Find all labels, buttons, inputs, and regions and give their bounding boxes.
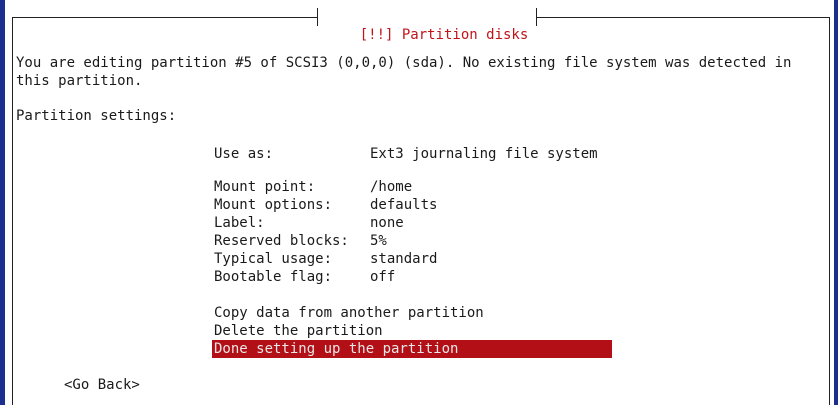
mount-options-option[interactable]: Mount options: — [214, 196, 332, 214]
mount-point-option[interactable]: Mount point: — [214, 178, 315, 196]
screen-border-right — [834, 0, 838, 405]
delete-partition-action[interactable]: Delete the partition — [214, 322, 383, 340]
go-back-button[interactable]: <Go Back> — [64, 376, 140, 394]
done-setup-action[interactable]: Done setting up the partition — [212, 340, 612, 358]
dialog-left-border — [12, 17, 13, 405]
dialog-right-border — [829, 17, 830, 405]
use-as-option[interactable]: Use as: — [214, 145, 273, 163]
dialog-title-text: [!!] Partition disks — [359, 27, 529, 43]
section-label: Partition settings: — [16, 108, 177, 124]
mount-point-value[interactable]: /home — [370, 178, 412, 196]
typical-usage-option[interactable]: Typical usage: — [214, 250, 332, 268]
copy-partition-action[interactable]: Copy data from another partition — [214, 304, 484, 322]
screen-border-left — [0, 0, 5, 405]
bootable-flag-value[interactable]: off — [370, 268, 395, 286]
use-as-value[interactable]: Ext3 journaling file system — [370, 145, 598, 163]
reserved-blocks-option[interactable]: Reserved blocks: — [214, 232, 349, 250]
mount-options-value[interactable]: defaults — [370, 196, 437, 214]
reserved-blocks-value[interactable]: 5% — [370, 232, 387, 250]
label-option[interactable]: Label: — [214, 214, 265, 232]
dialog-title: [!!] Partition disks — [317, 8, 538, 43]
partition-dialog: [!!] Partition disks You are editing par… — [12, 8, 830, 405]
intro-message: You are editing partition #5 of SCSI3 (0… — [16, 55, 792, 89]
typical-usage-value[interactable]: standard — [370, 250, 437, 268]
label-value[interactable]: none — [370, 214, 404, 232]
bootable-flag-option[interactable]: Bootable flag: — [214, 268, 332, 286]
